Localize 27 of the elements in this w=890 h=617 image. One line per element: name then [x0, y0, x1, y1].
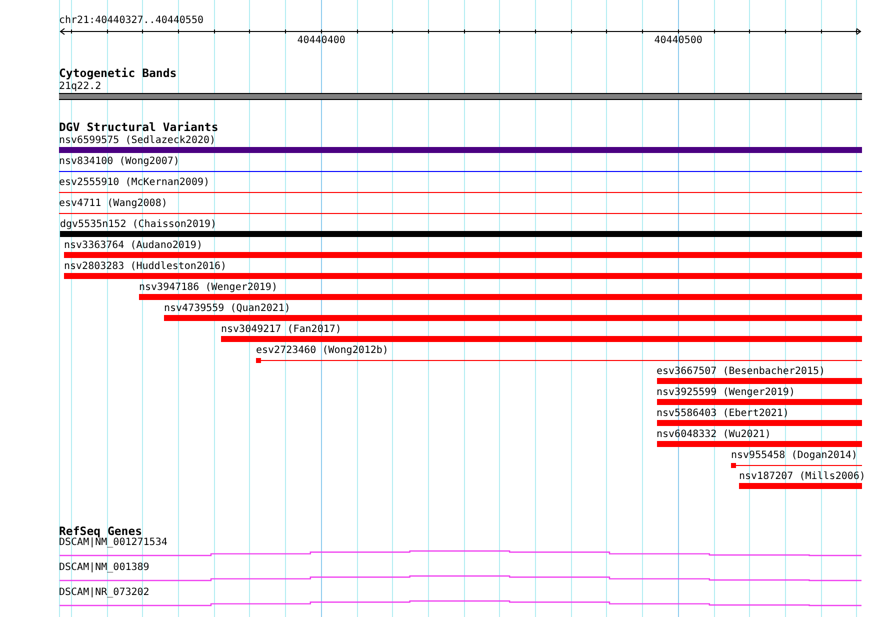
variant-label: nsv4739559 (Quan2021): [164, 303, 290, 314]
variant-label: nsv3363764 (Audano2019): [64, 240, 202, 251]
variant-label: esv2723460 (Wong2012b): [256, 345, 388, 356]
variant-label: esv2555910 (McKernan2009): [59, 177, 210, 188]
band-label: 21q22.2: [59, 81, 102, 92]
variant-label: esv3667507 (Besenbacher2015): [656, 366, 826, 377]
variant-label: dgv5535n152 (Chaisson2019): [60, 219, 217, 230]
variant-label: nsv2803283 (Huddleston2016): [64, 261, 227, 272]
gene-label: DSCAM|NM_001271534: [59, 537, 168, 548]
tick-label: 40440500: [654, 35, 702, 46]
variant-label: nsv3049217 (Fan2017): [221, 324, 342, 335]
variant-label: nsv5586403 (Ebert2021): [656, 408, 789, 419]
variant-label: nsv834100 (Wong2007): [59, 156, 180, 167]
variant-label: nsv6599575 (Sedlazeck2020): [59, 135, 216, 146]
variant-label: nsv3947186 (Wenger2019): [139, 282, 278, 293]
gene-label: DSCAM|NM_001389: [59, 562, 150, 573]
gene-label: DSCAM|NR_073202: [59, 587, 150, 598]
track-title: Cytogenetic Bands: [59, 67, 177, 79]
variant-label: esv4711 (Wang2008): [59, 198, 168, 209]
tick-label: 40440400: [297, 35, 346, 46]
variant-label: nsv187207 (Mills2006): [739, 471, 866, 482]
location-label: chr21:40440327..40440550: [59, 15, 204, 26]
variant-label: nsv3925599 (Wenger2019): [656, 387, 795, 398]
track-title: DGV Structural Variants: [59, 121, 218, 133]
variant-label: nsv6048332 (Wu2021): [656, 429, 771, 440]
track-title: RefSeq Genes: [59, 525, 142, 537]
variant-label: nsv955458 (Dogan2014): [731, 450, 858, 461]
